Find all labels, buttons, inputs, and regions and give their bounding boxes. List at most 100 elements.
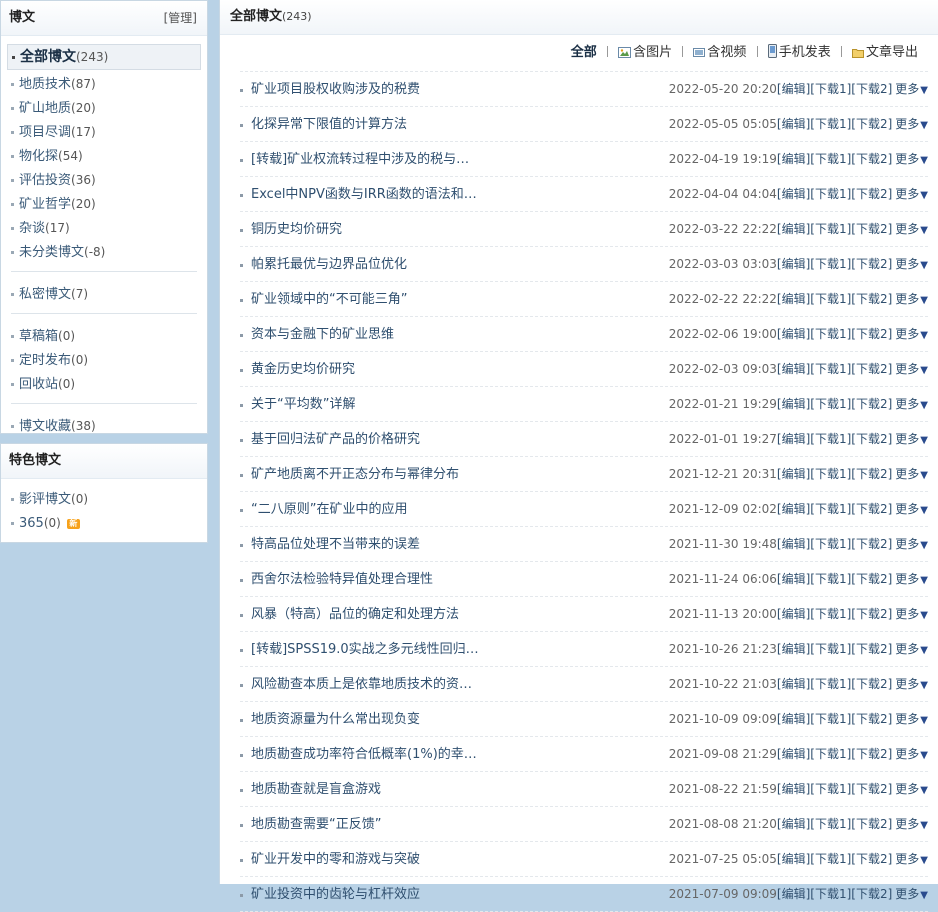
category-item-drafts[interactable]: 草稿箱(0) <box>7 324 201 348</box>
export-link[interactable]: 文章导出 <box>851 35 918 71</box>
post-title-link[interactable]: 关于“平均数”详解 <box>251 395 355 415</box>
more-dropdown[interactable]: 更多▼ <box>892 222 928 236</box>
edit-link[interactable]: [编辑] <box>777 362 810 376</box>
edit-link[interactable]: [编辑] <box>777 397 810 411</box>
download1-link[interactable]: [下载1] <box>810 152 851 166</box>
more-dropdown[interactable]: 更多▼ <box>892 782 928 796</box>
download1-link[interactable]: [下载1] <box>810 537 851 551</box>
download2-link[interactable]: [下载2] <box>851 747 892 761</box>
download1-link[interactable]: [下载1] <box>810 292 851 306</box>
post-title-link[interactable]: 黄金历史均价研究 <box>251 360 355 380</box>
download2-link[interactable]: [下载2] <box>851 502 892 516</box>
category-item-private[interactable]: 私密博文(7) <box>7 282 201 306</box>
edit-link[interactable]: [编辑] <box>777 817 810 831</box>
filter-all[interactable]: 全部 <box>571 35 597 71</box>
edit-link[interactable]: [编辑] <box>777 852 810 866</box>
download2-link[interactable]: [下载2] <box>851 467 892 481</box>
edit-link[interactable]: [编辑] <box>777 432 810 446</box>
more-dropdown[interactable]: 更多▼ <box>892 187 928 201</box>
download1-link[interactable]: [下载1] <box>810 712 851 726</box>
post-title-link[interactable]: [转载]SPSS19.0实战之多元线性回归… <box>251 640 479 660</box>
more-dropdown[interactable]: 更多▼ <box>892 747 928 761</box>
more-dropdown[interactable]: 更多▼ <box>892 327 928 341</box>
more-dropdown[interactable]: 更多▼ <box>892 152 928 166</box>
more-dropdown[interactable]: 更多▼ <box>892 852 928 866</box>
category-item-favorites[interactable]: 博文收藏(38) <box>7 414 201 438</box>
post-title-link[interactable]: 地质勘查成功率符合低概率(1%)的幸… <box>251 745 477 765</box>
more-dropdown[interactable]: 更多▼ <box>892 467 928 481</box>
more-dropdown[interactable]: 更多▼ <box>892 257 928 271</box>
download2-link[interactable]: [下载2] <box>851 712 892 726</box>
category-item-essays[interactable]: 杂谈(17) <box>7 216 201 240</box>
download1-link[interactable]: [下载1] <box>810 397 851 411</box>
edit-link[interactable]: [编辑] <box>777 677 810 691</box>
download2-link[interactable]: [下载2] <box>851 222 892 236</box>
more-dropdown[interactable]: 更多▼ <box>892 82 928 96</box>
download2-link[interactable]: [下载2] <box>851 117 892 131</box>
edit-link[interactable]: [编辑] <box>777 117 810 131</box>
featured-item-film-review[interactable]: 影评博文(0) <box>7 487 201 511</box>
more-dropdown[interactable]: 更多▼ <box>892 607 928 621</box>
post-title-link[interactable]: 矿产地质离不开正态分布与幂律分布 <box>251 465 459 485</box>
more-dropdown[interactable]: 更多▼ <box>892 537 928 551</box>
download2-link[interactable]: [下载2] <box>851 677 892 691</box>
download1-link[interactable]: [下载1] <box>810 782 851 796</box>
download1-link[interactable]: [下载1] <box>810 677 851 691</box>
edit-link[interactable]: [编辑] <box>777 187 810 201</box>
featured-item-365[interactable]: 365(0) 新 <box>7 511 201 535</box>
download2-link[interactable]: [下载2] <box>851 607 892 621</box>
category-item-mine-geology[interactable]: 矿山地质(20) <box>7 96 201 120</box>
download1-link[interactable]: [下载1] <box>810 362 851 376</box>
download1-link[interactable]: [下载1] <box>810 852 851 866</box>
post-title-link[interactable]: 矿业投资中的齿轮与杠杆效应 <box>251 885 420 905</box>
download2-link[interactable]: [下载2] <box>851 537 892 551</box>
post-title-link[interactable]: 矿业领域中的“不可能三角” <box>251 290 407 310</box>
download1-link[interactable]: [下载1] <box>810 642 851 656</box>
download1-link[interactable]: [下载1] <box>810 572 851 586</box>
download1-link[interactable]: [下载1] <box>810 222 851 236</box>
post-title-link[interactable]: 风暴（特高）品位的确定和处理方法 <box>251 605 459 625</box>
category-item-recycle-bin[interactable]: 回收站(0) <box>7 372 201 396</box>
download1-link[interactable]: [下载1] <box>810 327 851 341</box>
manage-link[interactable]: [管理] <box>164 1 197 35</box>
edit-link[interactable]: [编辑] <box>777 222 810 236</box>
filter-images[interactable]: 含图片 <box>618 35 672 71</box>
post-title-link[interactable]: 矿业开发中的零和游戏与突破 <box>251 850 420 870</box>
category-item-valuation[interactable]: 评估投资(36) <box>7 168 201 192</box>
post-title-link[interactable]: 矿业项目股权收购涉及的税费 <box>251 80 420 100</box>
filter-mobile[interactable]: 手机发表 <box>767 35 831 71</box>
post-title-link[interactable]: 西舍尔法检验特异值处理合理性 <box>251 570 433 590</box>
edit-link[interactable]: [编辑] <box>777 642 810 656</box>
download2-link[interactable]: [下载2] <box>851 152 892 166</box>
category-item-geology-tech[interactable]: 地质技术(87) <box>7 72 201 96</box>
more-dropdown[interactable]: 更多▼ <box>892 817 928 831</box>
post-title-link[interactable]: 地质勘查需要“正反馈” <box>251 815 381 835</box>
more-dropdown[interactable]: 更多▼ <box>892 117 928 131</box>
download1-link[interactable]: [下载1] <box>810 82 851 96</box>
download2-link[interactable]: [下载2] <box>851 642 892 656</box>
more-dropdown[interactable]: 更多▼ <box>892 502 928 516</box>
more-dropdown[interactable]: 更多▼ <box>892 887 928 901</box>
edit-link[interactable]: [编辑] <box>777 257 810 271</box>
post-title-link[interactable]: 基于回归法矿产品的价格研究 <box>251 430 420 450</box>
more-dropdown[interactable]: 更多▼ <box>892 642 928 656</box>
download2-link[interactable]: [下载2] <box>851 257 892 271</box>
download2-link[interactable]: [下载2] <box>851 852 892 866</box>
more-dropdown[interactable]: 更多▼ <box>892 362 928 376</box>
edit-link[interactable]: [编辑] <box>777 607 810 621</box>
download2-link[interactable]: [下载2] <box>851 397 892 411</box>
category-item-due-diligence[interactable]: 项目尽调(17) <box>7 120 201 144</box>
post-title-link[interactable]: 特高品位处理不当带来的误差 <box>251 535 420 555</box>
edit-link[interactable]: [编辑] <box>777 467 810 481</box>
download2-link[interactable]: [下载2] <box>851 572 892 586</box>
edit-link[interactable]: [编辑] <box>777 537 810 551</box>
download2-link[interactable]: [下载2] <box>851 432 892 446</box>
download2-link[interactable]: [下载2] <box>851 782 892 796</box>
edit-link[interactable]: [编辑] <box>777 292 810 306</box>
category-item-scheduled[interactable]: 定时发布(0) <box>7 348 201 372</box>
post-title-link[interactable]: [转载]矿业权流转过程中涉及的税与… <box>251 150 469 170</box>
download2-link[interactable]: [下载2] <box>851 887 892 901</box>
edit-link[interactable]: [编辑] <box>777 572 810 586</box>
download1-link[interactable]: [下载1] <box>810 887 851 901</box>
download2-link[interactable]: [下载2] <box>851 292 892 306</box>
